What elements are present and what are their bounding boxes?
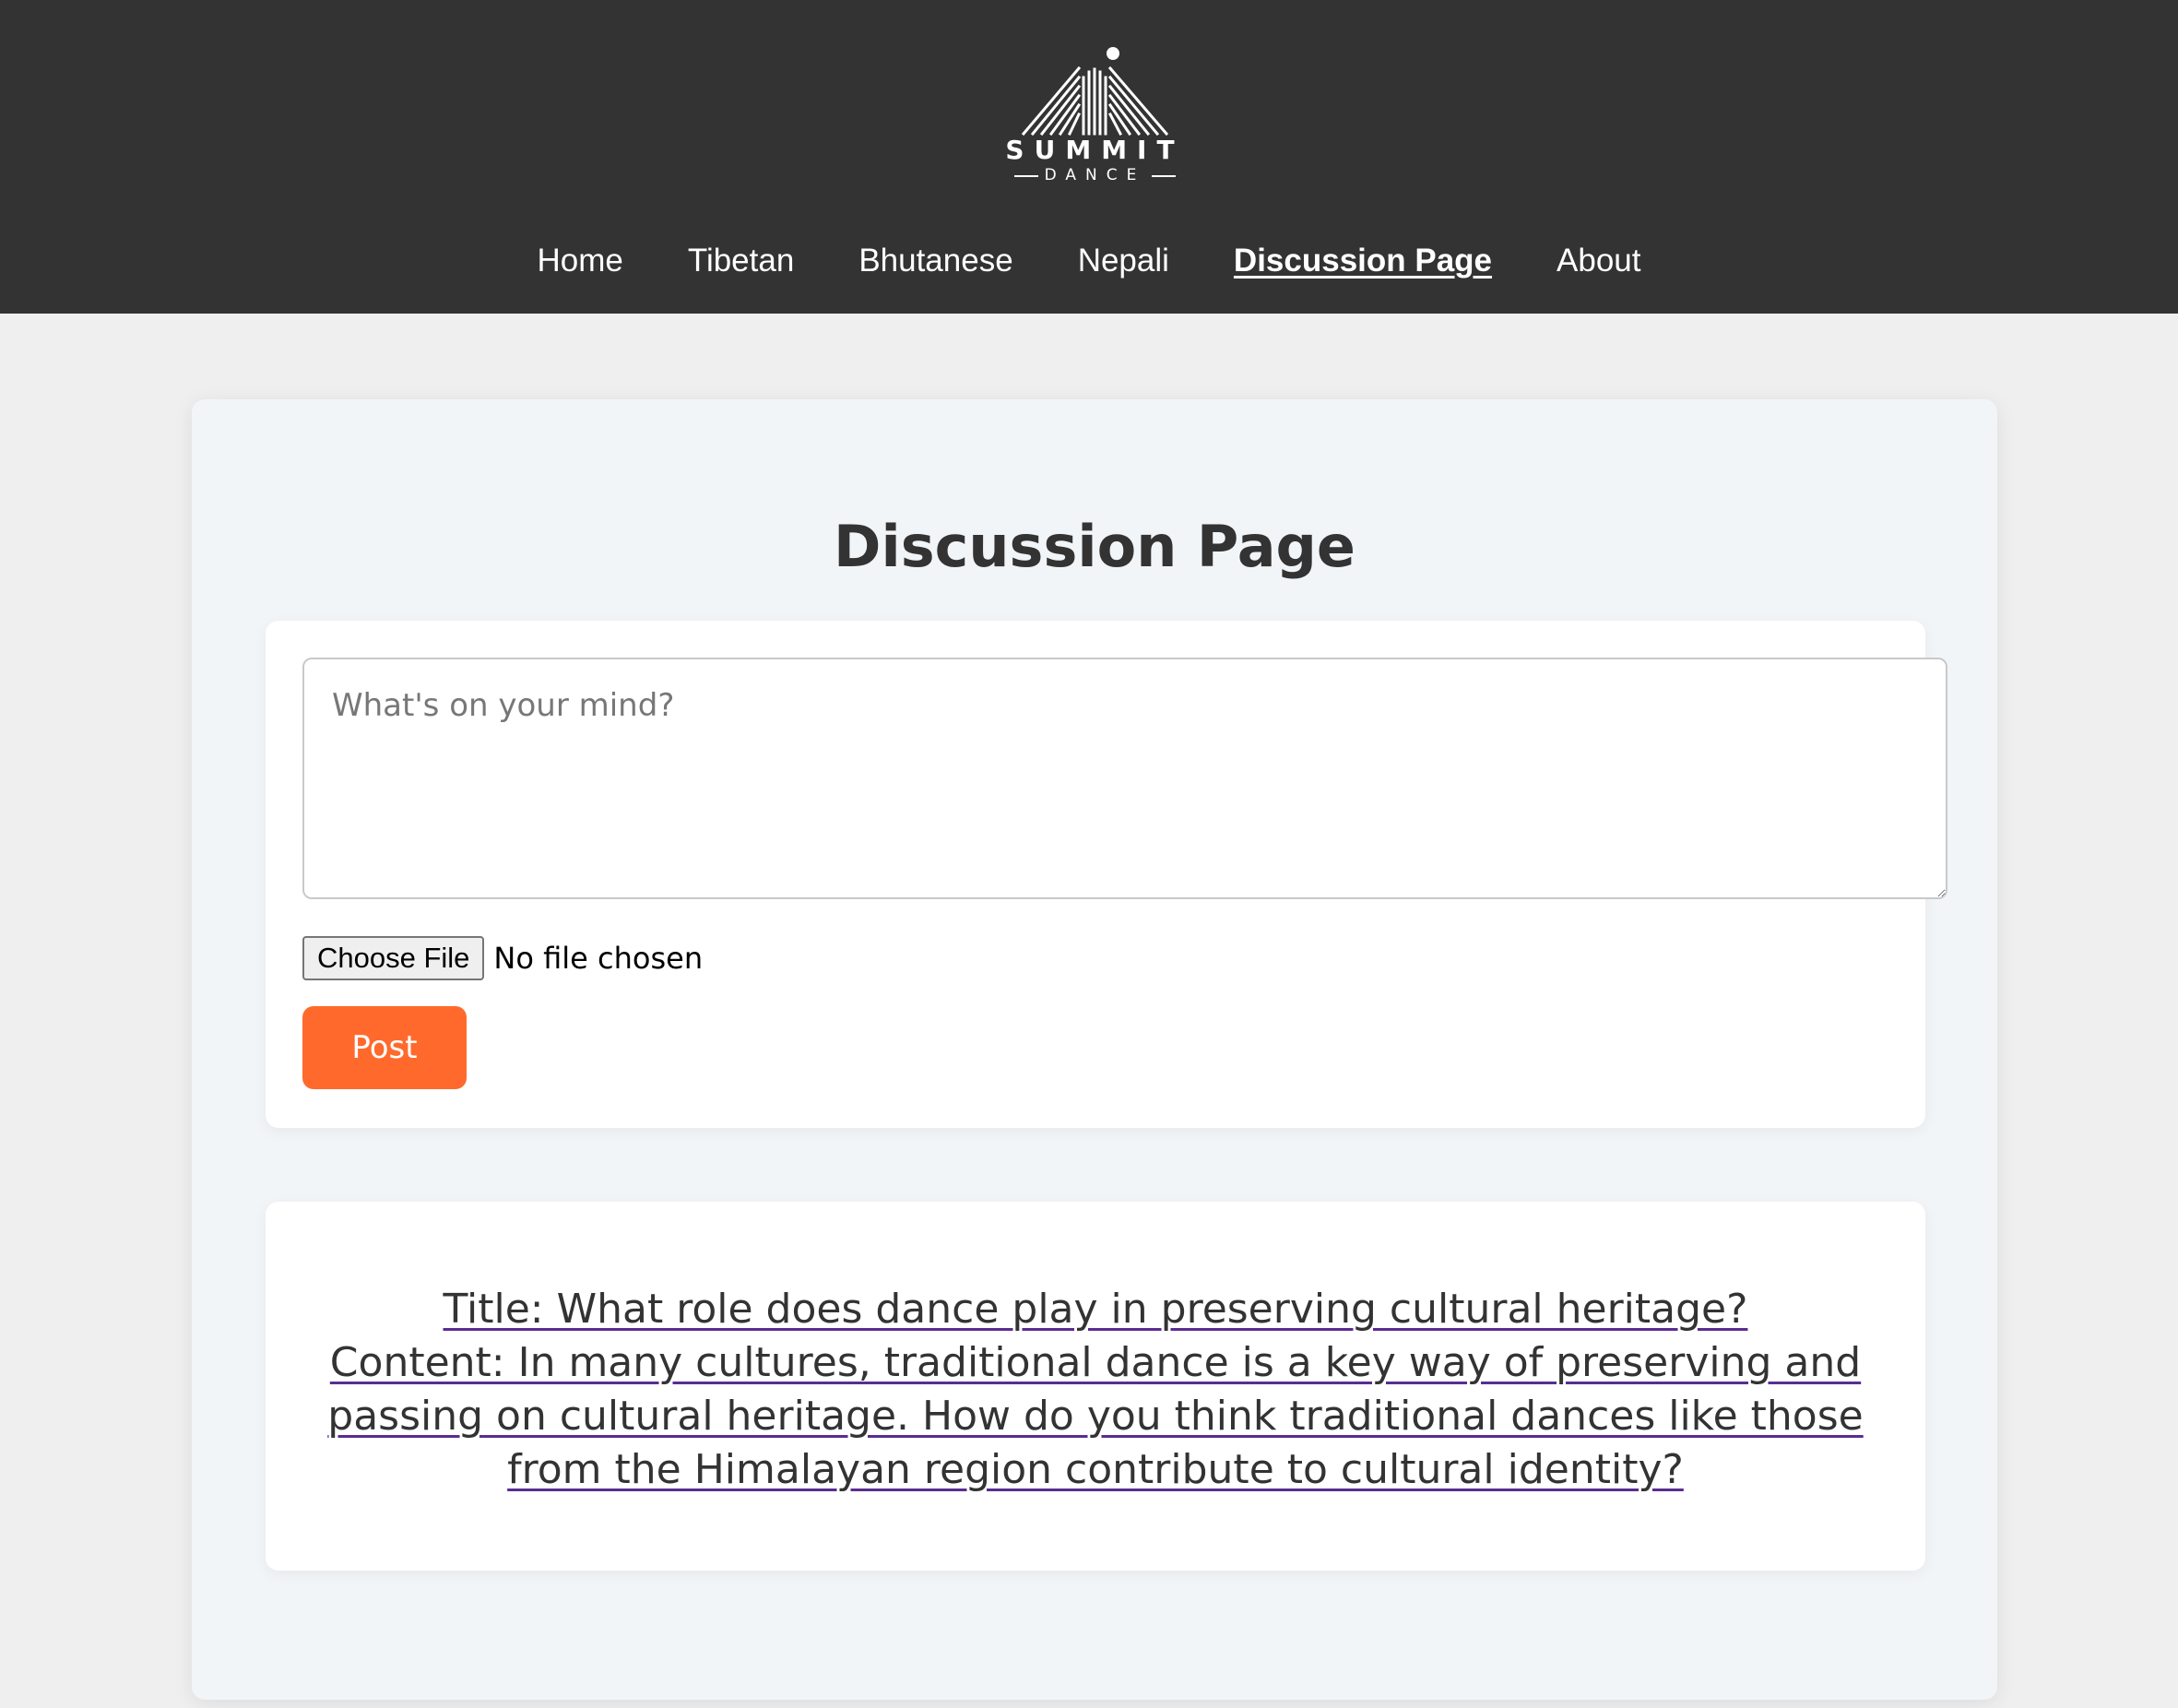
- choose-file-button[interactable]: Choose File: [302, 936, 485, 980]
- logo-dash-left: [1014, 175, 1038, 177]
- nav-item-discussion-page[interactable]: Discussion Page: [1234, 238, 1492, 284]
- post-button[interactable]: Post: [302, 1006, 467, 1089]
- page-title: Discussion Page: [834, 513, 1355, 580]
- nav-item-bhutanese[interactable]: Bhutanese: [858, 238, 1012, 284]
- mountain-logo-icon: [1021, 47, 1169, 136]
- logo-dash-right: [1152, 175, 1176, 177]
- nav-item-about[interactable]: About: [1557, 238, 1640, 284]
- post-textarea[interactable]: [302, 658, 1947, 899]
- site-header: SUMMIT DANCE Home Tibetan Bhutanese Nepa…: [0, 0, 2178, 314]
- discussion-post-link[interactable]: Title: What role does dance play in pres…: [321, 1283, 1870, 1497]
- discussion-post-title: Title: What role does dance play in pres…: [443, 1286, 1748, 1333]
- file-input: Choose File No file chosen: [302, 936, 703, 980]
- file-status-text: No file chosen: [493, 941, 704, 976]
- nav-item-home[interactable]: Home: [537, 238, 622, 284]
- summit-dance-logo[interactable]: SUMMIT DANCE: [1005, 37, 1185, 189]
- new-post-form: Choose File No file chosen Post: [266, 621, 1947, 1128]
- main-container: Discussion Page Choose File No file chos…: [192, 399, 1997, 1700]
- nav-item-nepali[interactable]: Nepali: [1078, 238, 1169, 284]
- logo-tagline-text: DANCE: [1044, 166, 1146, 184]
- logo-wordmark: SUMMIT: [1005, 135, 1185, 165]
- discussion-post-content: Content: In many cultures, traditional d…: [327, 1339, 1864, 1493]
- nav-item-tibetan[interactable]: Tibetan: [688, 238, 794, 284]
- discussion-post-card: Title: What role does dance play in pres…: [266, 1202, 1925, 1571]
- main-nav: Home Tibetan Bhutanese Nepali Discussion…: [0, 238, 2178, 284]
- logo-tagline: DANCE: [1005, 166, 1185, 184]
